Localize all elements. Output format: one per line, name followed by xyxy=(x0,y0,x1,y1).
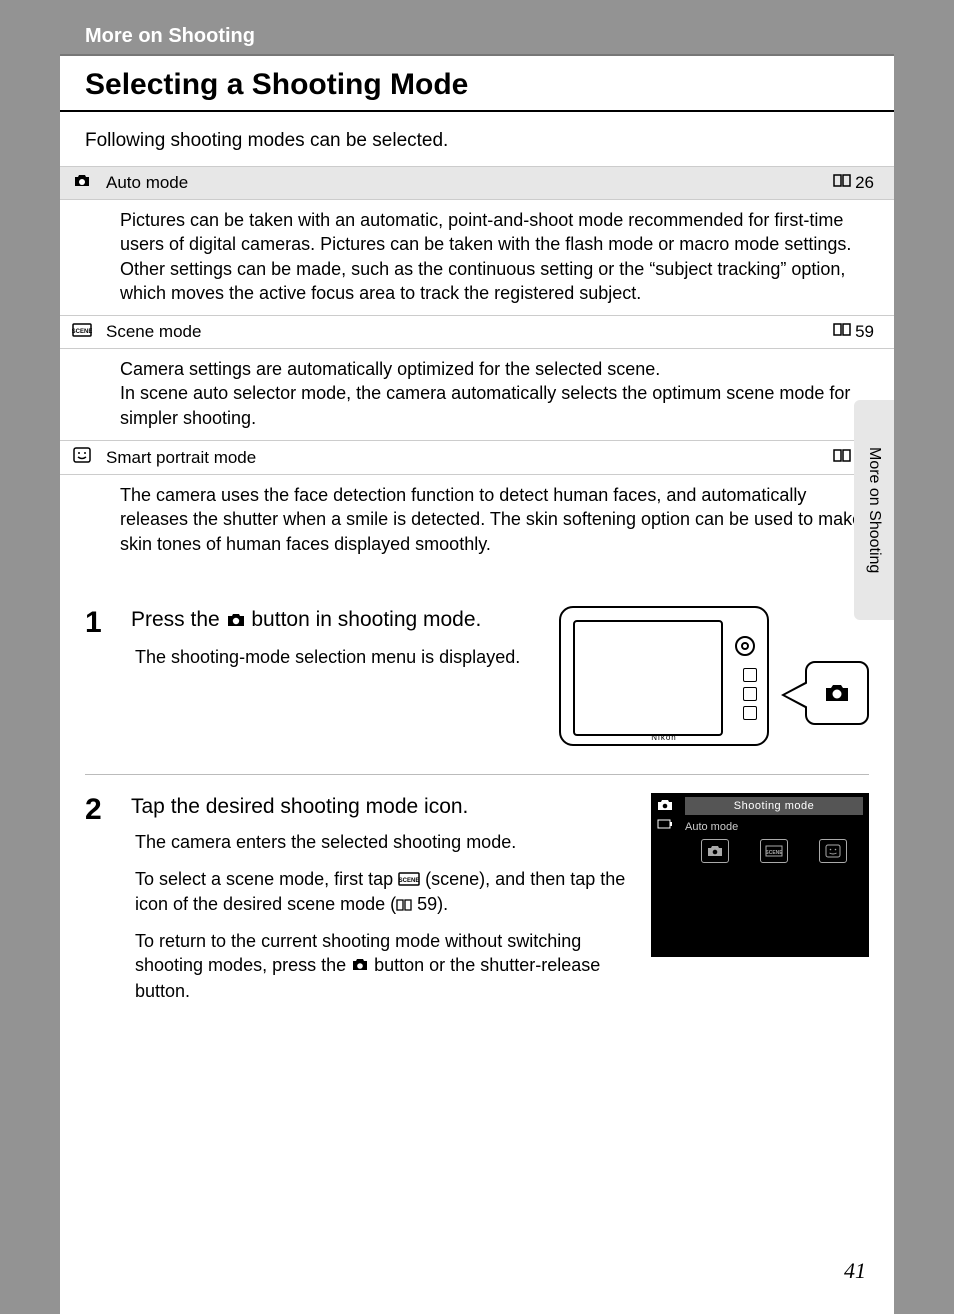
scene-icon: SCENE xyxy=(68,322,96,342)
intro-text: Following shooting modes can be selected… xyxy=(60,112,894,166)
mode-row-auto: Auto mode 26 xyxy=(60,166,894,200)
auto-mode-tile[interactable] xyxy=(701,839,729,863)
page-title: Selecting a Shooting Mode xyxy=(60,56,894,112)
mode-body: Pictures can be taken with an automatic,… xyxy=(60,200,894,315)
manual-page: More on Shooting Selecting a Shooting Mo… xyxy=(60,0,894,1314)
screen-selected-mode: Auto mode xyxy=(685,821,738,833)
svg-text:SCENE: SCENE xyxy=(399,878,420,884)
step-title: Press the button in shooting mode. xyxy=(131,606,541,635)
step-content: Tap the desired shooting mode icon. The … xyxy=(131,793,631,1015)
screen-title: Shooting mode xyxy=(685,797,863,815)
callout-camera-button xyxy=(805,661,869,725)
step-content: Press the button in shooting mode. The s… xyxy=(131,606,541,756)
page-number: 41 xyxy=(844,1258,866,1284)
page-ref: 26 xyxy=(833,173,874,193)
smart-portrait-tile[interactable] xyxy=(819,839,847,863)
camera-icon xyxy=(351,956,369,976)
battery-icon xyxy=(657,819,675,833)
svg-text:SCENE: SCENE xyxy=(765,850,783,856)
camera-illustration: Nikon xyxy=(559,606,869,756)
svg-text:SCENE: SCENE xyxy=(72,329,92,335)
camera-icon xyxy=(226,610,246,633)
step-2: 2 Tap the desired shooting mode icon. Th… xyxy=(85,793,869,1033)
side-tab: More on Shooting xyxy=(854,400,894,620)
step-number: 1 xyxy=(85,606,113,756)
steps-list: 1 Press the button in shooting mode. The… xyxy=(60,566,894,1033)
book-icon xyxy=(833,173,851,193)
step-number: 2 xyxy=(85,793,113,1015)
camera-icon xyxy=(68,173,96,193)
mode-row-scene: SCENE Scene mode 59 xyxy=(60,315,894,349)
step-title: Tap the desired shooting mode icon. xyxy=(131,793,631,820)
section-header: More on Shooting xyxy=(60,0,894,56)
side-tab-label: More on Shooting xyxy=(865,447,883,573)
book-icon xyxy=(833,448,851,468)
mode-row-smart-portrait: Smart portrait mode 76 xyxy=(60,440,894,475)
section-title: More on Shooting xyxy=(85,25,255,47)
screen-ui-figure: Shooting mode Auto mode SCENE xyxy=(649,793,869,1015)
step-desc: To select a scene mode, first tap SCENE … xyxy=(131,867,631,918)
step-1: 1 Press the button in shooting mode. The… xyxy=(85,606,869,775)
mode-label: Smart portrait mode xyxy=(96,448,833,468)
mode-body: Camera settings are automatically optimi… xyxy=(60,349,894,440)
scene-mode-tile[interactable]: SCENE xyxy=(760,839,788,863)
smart-portrait-icon xyxy=(68,447,96,468)
step-desc: The shooting-mode selection menu is disp… xyxy=(131,645,541,669)
book-icon xyxy=(396,895,412,915)
camera-icon xyxy=(657,799,675,813)
mode-label: Scene mode xyxy=(96,322,833,342)
mode-label: Auto mode xyxy=(96,173,833,193)
page-ref: 59 xyxy=(833,322,874,342)
step-desc: To return to the current shooting mode w… xyxy=(131,929,631,1003)
scene-icon: SCENE xyxy=(398,870,420,890)
mode-body: The camera uses the face detection funct… xyxy=(60,475,894,566)
book-icon xyxy=(833,322,851,342)
step-desc: The camera enters the selected shooting … xyxy=(131,830,631,854)
